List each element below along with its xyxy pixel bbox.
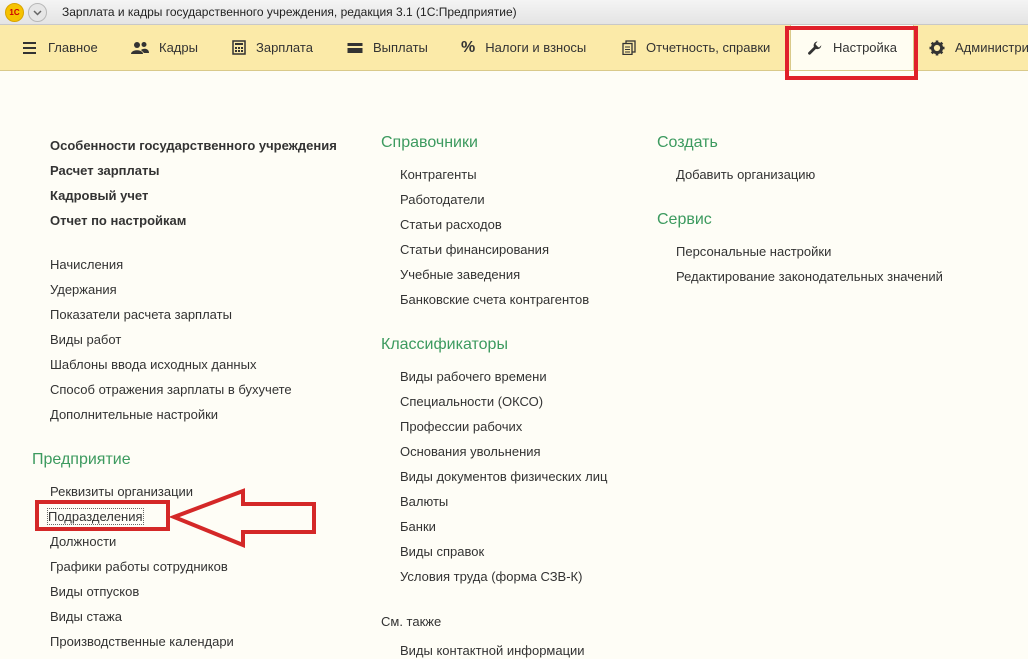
link-payroll-calc[interactable]: Расчет зарплаты: [50, 163, 159, 178]
link-personal-settings[interactable]: Персональные настройки: [676, 244, 831, 259]
link-accruals[interactable]: Начисления: [50, 257, 123, 272]
group-title-enterprise: Предприятие: [32, 451, 131, 468]
link-production-calendars[interactable]: Производственные календари: [50, 634, 234, 649]
link-gov-features[interactable]: Особенности государственного учреждения: [50, 138, 337, 153]
link-bank-accounts[interactable]: Банковские счета контрагентов: [400, 292, 589, 307]
link-seniority-types[interactable]: Виды стажа: [50, 609, 122, 624]
link-vacation-types[interactable]: Виды отпусков: [50, 584, 139, 599]
app-logo-icon[interactable]: 1С: [5, 3, 24, 22]
group-title-create: Создать: [657, 134, 718, 151]
link-id-document-types[interactable]: Виды документов физических лиц: [400, 469, 607, 484]
link-labor-conditions[interactable]: Условия труда (форма СЗВ-К): [400, 569, 582, 584]
see-also-title: См. также: [381, 614, 442, 629]
link-positions[interactable]: Должности: [50, 534, 116, 549]
link-add-organization[interactable]: Добавить организацию: [676, 167, 815, 182]
group-title-service: Сервис: [657, 211, 712, 228]
link-deductions[interactable]: Удержания: [50, 282, 117, 297]
section-main[interactable]: Главное: [22, 25, 98, 70]
group-title-classifiers: Классификаторы: [381, 336, 508, 353]
section-reports[interactable]: Отчетность, справки: [622, 25, 770, 70]
gear-icon: [929, 40, 945, 56]
link-settings-report[interactable]: Отчет по настройкам: [50, 213, 186, 228]
section-label: Главное: [48, 40, 98, 55]
link-input-templates[interactable]: Шаблоны ввода исходных данных: [50, 357, 256, 372]
section-taxes[interactable]: % Налоги и взносы: [461, 25, 586, 70]
link-calc-indicators[interactable]: Показатели расчета зарплаты: [50, 307, 232, 322]
link-professions[interactable]: Профессии рабочих: [400, 419, 522, 434]
main-menu-button[interactable]: [28, 3, 47, 22]
link-additional-settings[interactable]: Дополнительные настройки: [50, 407, 218, 422]
link-employers[interactable]: Работодатели: [400, 192, 485, 207]
link-schools[interactable]: Учебные заведения: [400, 267, 520, 282]
link-banks[interactable]: Банки: [400, 519, 436, 534]
link-counterparties[interactable]: Контрагенты: [400, 167, 477, 182]
section-label: Налоги и взносы: [485, 40, 587, 55]
link-certificate-types[interactable]: Виды справок: [400, 544, 484, 559]
link-work-schedules[interactable]: Графики работы сотрудников: [50, 559, 228, 574]
section-label: Кадры: [159, 40, 198, 55]
calculator-icon: [232, 40, 246, 55]
section-salary[interactable]: Зарплата: [232, 25, 313, 70]
wallet-icon: [347, 42, 363, 54]
link-hr-accounting[interactable]: Кадровый учет: [50, 188, 148, 203]
section-label: Администри: [955, 40, 1028, 55]
section-admin[interactable]: Администри: [929, 25, 1028, 70]
link-work-types[interactable]: Виды работ: [50, 332, 121, 347]
link-specialties[interactable]: Специальности (ОКСО): [400, 394, 543, 409]
link-legislative-values[interactable]: Редактирование законодательных значений: [676, 269, 943, 284]
link-contact-info-types[interactable]: Виды контактной информации: [400, 643, 585, 658]
link-currencies[interactable]: Валюты: [400, 494, 448, 509]
link-financing-items[interactable]: Статьи финансирования: [400, 242, 549, 257]
link-dismissal-grounds[interactable]: Основания увольнения: [400, 444, 541, 459]
group-title-directories: Справочники: [381, 134, 478, 151]
section-label: Отчетность, справки: [646, 40, 771, 55]
documents-icon: [622, 40, 636, 55]
hamburger-icon: [22, 41, 38, 55]
link-expense-items[interactable]: Статьи расходов: [400, 217, 502, 232]
title-bar: 1С Зарплата и кадры государственного учр…: [0, 0, 1028, 25]
departments-highlight-frame: [35, 500, 170, 531]
section-label: Зарплата: [256, 40, 313, 55]
settings-highlight-frame: [785, 26, 918, 80]
link-work-time-types[interactable]: Виды рабочего времени: [400, 369, 547, 384]
section-label: Выплаты: [373, 40, 428, 55]
chevron-down-icon: [33, 10, 42, 16]
section-payments[interactable]: Выплаты: [347, 25, 428, 70]
arrow-left-icon: [170, 488, 316, 548]
link-accounting-method[interactable]: Способ отражения зарплаты в бухучете: [50, 382, 292, 397]
people-icon: [131, 41, 149, 55]
percent-icon: %: [461, 38, 476, 56]
window-title: Зарплата и кадры государственного учрежд…: [62, 5, 517, 19]
section-hr[interactable]: Кадры: [131, 25, 198, 70]
